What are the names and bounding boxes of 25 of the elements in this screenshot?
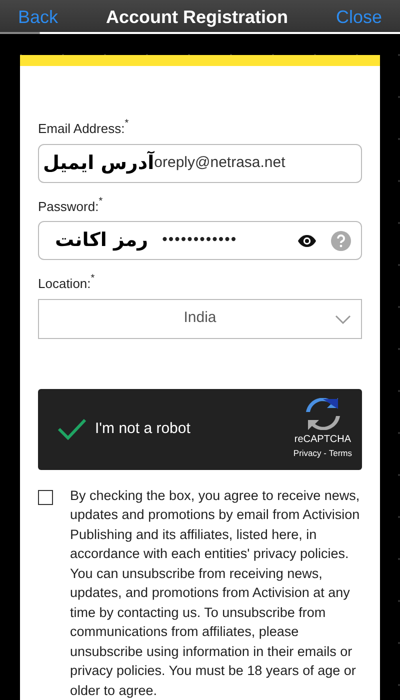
required-mark: * [98, 196, 103, 206]
consent-text: By checking the box, you agree to receive news, updates and promotions by email from Activision Publishing and its affiliates, listed here, in accordance with each entities' privacy policies. You can unsubscribe from receiving news, updates, and promotions from Activision at any time by contacting us. To unsubscribe from communications from affiliates, please unsubscribe using information in their emails or privacy policies. You must be 18 years of age or older to agree. [70, 486, 361, 700]
captcha-brand: reCAPTCHA [294, 433, 352, 448]
overlay-caption: آدرس ایمیل [43, 150, 154, 176]
eye-icon[interactable] [297, 234, 317, 248]
chevron-down-icon [335, 314, 351, 324]
link-separator: - [322, 447, 328, 460]
page-title: Account Registration [106, 6, 288, 30]
email-value: oreply@netrasa.net [154, 154, 286, 171]
field-label: Location: [38, 275, 91, 293]
password-field[interactable]: رمز اکانت •••••••••••• [38, 221, 362, 260]
overlay-caption: رمز اکانت [55, 228, 148, 254]
password-value: •••••••••••• [162, 230, 238, 250]
privacy-link[interactable]: Privacy [293, 447, 322, 460]
consent-checkbox[interactable] [38, 490, 53, 504]
terms-link[interactable]: Terms [328, 447, 352, 460]
required-mark: * [90, 274, 95, 284]
checkmark-icon[interactable] [57, 418, 87, 440]
location-select[interactable]: India [38, 298, 362, 338]
field-label: Password: [38, 198, 99, 216]
captcha-widget[interactable]: I'm not a robot reCAPTCHA Privacy - Terms [38, 388, 362, 470]
field-label: Email Address: [38, 120, 125, 138]
required-mark: * [124, 119, 129, 129]
captcha-label: I'm not a robot [95, 418, 190, 439]
recaptcha-logo-icon [306, 398, 340, 430]
